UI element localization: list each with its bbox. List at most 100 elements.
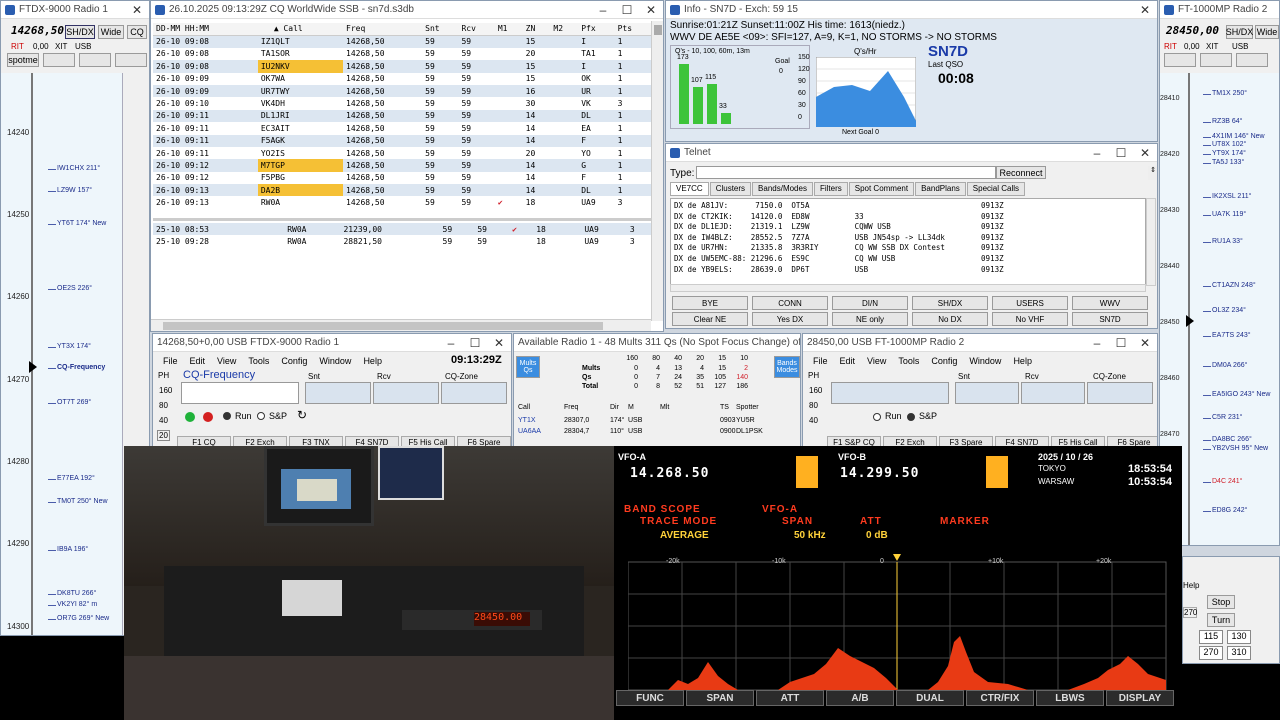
spot-cell[interactable]: USB [628, 417, 642, 424]
menu-item[interactable]: Help [1013, 356, 1032, 366]
call-input[interactable] [831, 382, 949, 404]
telnet-tab[interactable]: Filters [813, 182, 848, 196]
telnet-titlebar[interactable]: Telnet – ☐ ✕ [666, 144, 1157, 162]
bandmap-spot[interactable]: DM0A 266° [1203, 362, 1248, 369]
log-row[interactable]: 25-10 08:53 RW0A 21239,00 59 59 ✔ 18 UA9 3 [153, 223, 651, 236]
bandmap-spot[interactable]: E77EA 192° [48, 475, 95, 482]
menu-item[interactable]: File [163, 356, 178, 366]
bandmap-spot[interactable]: LZ9W 157° [47, 187, 92, 194]
log-row[interactable]: 26-10 09:11 DL1JRI 14268,50 59 59 14 DL 1 [153, 109, 651, 123]
bandmap-spot[interactable]: EA7TS 243° [1203, 332, 1251, 339]
snt-input[interactable] [955, 382, 1019, 404]
telnet-tab[interactable]: Bands/Modes [752, 182, 813, 196]
scrollbar-thumb[interactable] [654, 25, 662, 35]
col-header[interactable]: M [628, 404, 634, 411]
spot-cell[interactable]: YU5R [736, 417, 755, 424]
scope-button[interactable]: DUAL [896, 690, 964, 706]
log-row[interactable]: 26-10 09:11 EC3AIT 14268,50 59 59 14 EA 1 [153, 122, 651, 134]
maximize-icon[interactable]: ☐ [1109, 336, 1133, 350]
close-icon[interactable]: ✕ [639, 3, 663, 17]
menu-item[interactable]: Edit [840, 356, 856, 366]
log-row[interactable]: 26-10 09:11 F5AGK 14268,50 59 59 14 F 1 [153, 134, 651, 147]
menu-item[interactable]: Edit [190, 356, 206, 366]
snt-input[interactable] [305, 382, 371, 404]
telnet-button[interactable]: No VHF [992, 312, 1068, 326]
bandmap-spot[interactable]: TA5J 133° [1202, 159, 1244, 166]
telnet-tab[interactable]: Clusters [709, 182, 752, 196]
menu-item[interactable]: Window [319, 356, 351, 366]
bandmap-blank-button[interactable] [1164, 53, 1196, 67]
spot-cell[interactable]: USB [628, 428, 642, 435]
band-160[interactable]: 160 [159, 386, 172, 395]
telnet-button[interactable]: USERS [992, 296, 1068, 310]
bandmap-spot[interactable]: RZ3B 64° [1202, 118, 1242, 125]
wide-button[interactable]: Wide [1255, 25, 1279, 39]
maximize-icon[interactable]: ☐ [463, 336, 487, 350]
bandmap-spot[interactable]: YB2VSH 95° New [1202, 445, 1268, 452]
col-header[interactable]: Spotter [736, 404, 759, 411]
scope-button[interactable]: LBWS [1036, 690, 1104, 706]
bandmap-spot[interactable]: TM1X 250° [1202, 90, 1247, 97]
col-header[interactable]: M1 [494, 23, 523, 36]
menu-item[interactable]: Help [363, 356, 382, 366]
bandmap-spot[interactable]: UA7K 119° [1202, 211, 1246, 218]
spot-cell[interactable]: YT1X [518, 417, 536, 424]
log-row[interactable]: 26-10 09:11 YO2IS 14268,50 59 59 20 YO 1 [153, 147, 651, 159]
log-row[interactable]: 26-10 09:13 DA2B 14268,50 59 59 14 DL 1 [153, 184, 651, 197]
scope-button[interactable]: CTR/FIX [966, 690, 1034, 706]
telnet-hscrollbar[interactable] [670, 284, 1146, 292]
minimize-icon[interactable]: – [591, 3, 615, 17]
band-40[interactable]: 40 [809, 416, 818, 425]
menu-item[interactable]: Window [969, 356, 1001, 366]
telnet-button[interactable]: Clear NE [672, 312, 748, 326]
spotme-button[interactable]: spotme [7, 53, 39, 67]
bandmap-spot[interactable]: 4X1IM 146° New [1203, 133, 1265, 140]
menu-item[interactable]: View [867, 356, 886, 366]
log-row[interactable]: 26-10 09:08 IU2NKV 14268,50 59 59 15 I 1 [153, 60, 651, 73]
close-icon[interactable]: ✕ [125, 3, 149, 17]
refresh-icon[interactable]: ↻ [297, 408, 307, 422]
sp-radio[interactable] [907, 413, 915, 421]
hscrollbar-thumb[interactable] [163, 322, 603, 330]
spot-cell[interactable]: 110° [610, 428, 624, 435]
bandmap-spot[interactable]: UT8X 102° [1202, 141, 1246, 148]
log-row[interactable]: 26-10 09:08 TA1SOR 14268,50 59 59 20 TA1 1 [153, 48, 651, 60]
spot-cell[interactable]: 28304,7 [564, 428, 589, 435]
log-scrollbar[interactable] [651, 21, 663, 321]
log-row[interactable]: 25-10 09:28 RW0A 28821,50 59 59 18 UA9 3 [153, 235, 651, 247]
log-splitter[interactable] [153, 218, 653, 221]
col-header[interactable]: ZN [522, 23, 551, 36]
col-header[interactable]: Call [518, 404, 530, 411]
log-row[interactable]: 26-10 09:08 IZ1QLT 14268,50 59 59 15 I 1 [153, 35, 651, 48]
bandmap-spot[interactable]: EA5IGO 243° New [1202, 391, 1270, 398]
col-header[interactable]: M2 [550, 23, 579, 36]
menu-item[interactable]: File [813, 356, 828, 366]
bandmap-spot[interactable]: IB9A 196° [47, 546, 88, 553]
radio2-bandmap-titlebar[interactable]: FT-1000MP Radio 2 [1160, 1, 1279, 19]
bandmap-blank-button[interactable] [43, 53, 75, 67]
bandmap-spot[interactable]: YT9X 174° [1203, 150, 1246, 157]
close-icon[interactable]: ✕ [1133, 3, 1157, 17]
log-row[interactable]: 26-10 09:10 VK4DH 14268,50 59 59 30 VK 3 [153, 97, 651, 109]
spin-icon[interactable]: ⇕ [1148, 166, 1157, 180]
menu-item[interactable]: View [217, 356, 236, 366]
spot-cell[interactable]: 0900 [720, 428, 736, 435]
close-icon[interactable]: ✕ [1133, 336, 1157, 350]
log-row[interactable]: 26-10 09:12 F5PBG 14268,50 59 59 14 F 1 [153, 172, 651, 184]
minimize-icon[interactable]: – [1085, 146, 1109, 160]
bandmap-spot[interactable]: OR7G 269° New [47, 615, 109, 622]
col-header[interactable]: Mlt [660, 404, 669, 411]
scope-button[interactable]: FUNC [616, 690, 684, 706]
mults-qs-button[interactable]: Mults Qs [516, 356, 540, 378]
col-header[interactable]: Freq [564, 404, 578, 411]
col-header[interactable]: ▲ Call [257, 23, 343, 36]
telnet-button[interactable]: BYE [672, 296, 748, 310]
scope-button[interactable]: A/B [826, 690, 894, 706]
log-row[interactable]: 26-10 09:09 UR7TWY 14268,50 59 59 16 UR 1 [153, 84, 651, 98]
band-20[interactable]: 20 [157, 430, 170, 441]
shdx-button[interactable]: SH/DX [1226, 25, 1253, 39]
scope-button[interactable]: DISPLAY [1106, 690, 1174, 706]
rcv-input[interactable] [1021, 382, 1085, 404]
col-header[interactable]: DD-MM HH:MM [153, 23, 258, 36]
wide-button[interactable]: Wide [98, 25, 124, 39]
